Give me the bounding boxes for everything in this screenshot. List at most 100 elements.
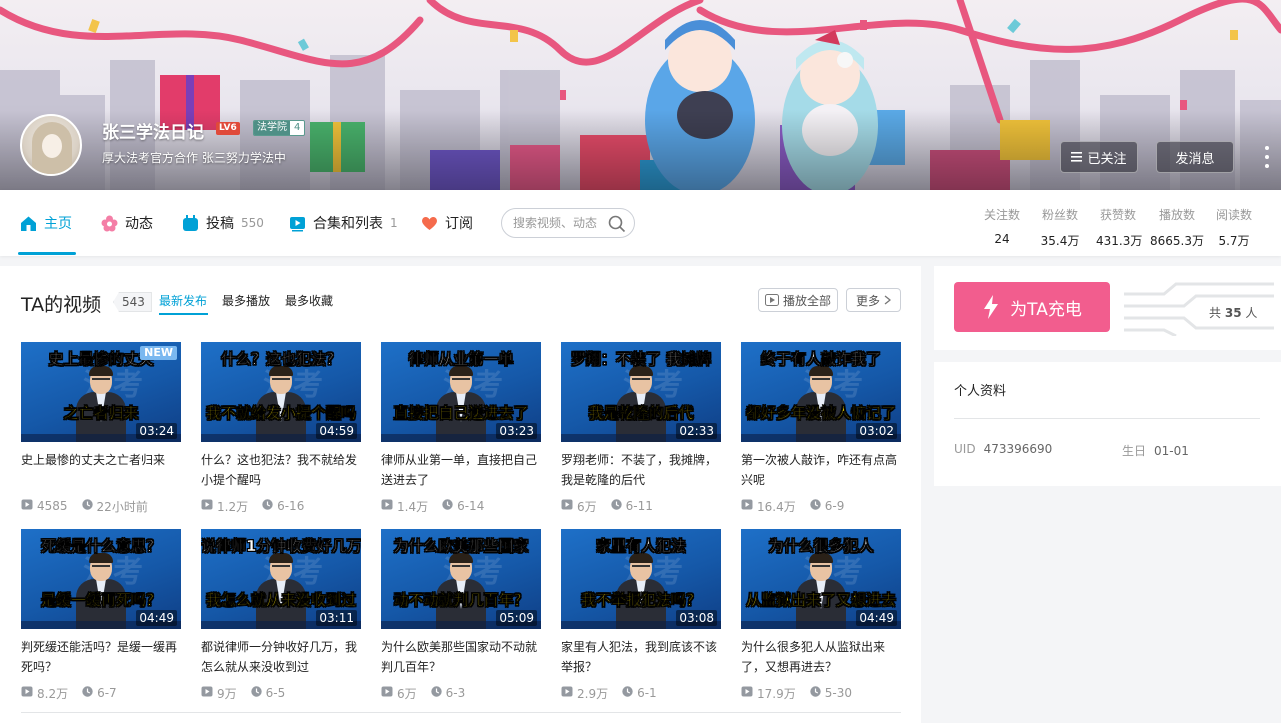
nav-home[interactable]: 主页 [20, 212, 72, 234]
video-thumbnail[interactable]: 法考 为什么很多犯人 从监狱出来了又想进去 04:49 [741, 529, 901, 629]
thumbnail-caption-bottom: 我不举报犯法吗？ [580, 591, 701, 609]
stat-fans[interactable]: 粉丝数 35.4万 [1040, 206, 1080, 249]
video-date: 6-14 [457, 499, 485, 513]
video-title[interactable]: 都说律师一分钟收好几万，我怎么就从来没收到过 [201, 637, 361, 677]
upload-icon [182, 214, 199, 232]
nav-collections-count: 1 [390, 216, 398, 230]
video-card[interactable]: 法考 死缓是什么意思？ 是缓一缓再死吗？ 04:49 判死缓还能活吗？是缓一缓再死吗？ 8… [21, 529, 181, 701]
video-play-count: 6万 [577, 499, 597, 514]
video-meta: 4585 22小时前 [21, 498, 181, 514]
nav-collections[interactable]: 合集和列表 1 [289, 212, 398, 234]
video-title[interactable]: 为什么很多犯人从监狱出来了，又想再进去？ [741, 637, 901, 677]
clock-icon [442, 499, 453, 513]
video-play-count: 4585 [37, 499, 68, 513]
video-play-count: 17.9万 [757, 686, 796, 701]
nav-uploads[interactable]: 投稿 550 [182, 212, 264, 234]
video-title[interactable]: 家里有人犯法，我到底该不该举报？ [561, 637, 721, 677]
tab-most-favorited[interactable]: 最多收藏 [285, 292, 333, 309]
video-card[interactable]: 法考 什么？这也犯法？ 我不就给发小提个醒吗 04:59 什么？这也犯法？我不就给发小提… [201, 342, 361, 514]
video-card[interactable]: 法考 终于有人敲诈我了 都好多年没被人惦记了 03:02 第一次被人敲诈，咋还有点高兴呢… [741, 342, 901, 514]
more-videos-button[interactable]: 更多 [846, 288, 901, 312]
space-search-box[interactable] [501, 208, 635, 238]
video-play-count: 9万 [217, 686, 237, 701]
stat-following[interactable]: 关注数 24 [984, 206, 1020, 246]
video-title[interactable]: 罗翔老师：不装了，我摊牌，我是乾隆的后代 [561, 450, 721, 490]
video-thumbnail[interactable]: 法考 史上最惨的丈夫 之亡者归来 NEW 03:24 [21, 342, 181, 442]
search-icon[interactable] [608, 215, 626, 237]
video-thumbnail[interactable]: 法考 什么？这也犯法？ 我不就给发小提个醒吗 04:59 [201, 342, 361, 442]
video-title[interactable]: 判死缓还能活吗？是缓一缓再死吗？ [21, 637, 181, 677]
video-title[interactable]: 律师从业第一单，直接把自己送进去了 [381, 450, 541, 490]
video-title[interactable]: 什么？这也犯法？我不就给发小提个醒吗 [201, 450, 361, 490]
video-title[interactable]: 第一次被人敲诈，咋还有点高兴呢 [741, 450, 901, 490]
video-card[interactable]: 法考 罗翔：不装了 我摊牌 我是乾隆的后代 02:33 罗翔老师：不装了，我摊牌，我是乾… [561, 342, 721, 514]
more-videos-label: 更多 [855, 293, 880, 308]
send-message-button[interactable]: 发消息 [1156, 141, 1234, 173]
birthday-value: 01-01 [1154, 444, 1189, 458]
video-meta: 1.2万 6-16 [201, 498, 361, 514]
video-thumbnail[interactable]: 法考 终于有人敲诈我了 都好多年没被人惦记了 03:02 [741, 342, 901, 442]
video-duration: 03:11 [316, 610, 357, 626]
video-card[interactable]: 法考 律师从业第一单 直接把自己送进去了 03:23 律师从业第一单，直接把自己送进去了… [381, 342, 541, 514]
video-meta: 6万 6-11 [561, 498, 721, 514]
video-card[interactable]: 法考 家里有人犯法 我不举报犯法吗？ 03:08 家里有人犯法，我到底该不该举报？ 2.9… [561, 529, 721, 701]
clock-icon [81, 499, 93, 513]
video-card[interactable]: 法考 为什么欧美那些国家 动不动就判几百年？ 05:09 为什么欧美那些国家动不动就判几… [381, 529, 541, 701]
tab-active-indicator [159, 313, 208, 315]
profile-info-panel: 个人资料 UID 473396690 生日 01-01 [934, 362, 1281, 486]
thumbnail-caption-bottom: 都好多年没被人惦记了 [745, 404, 896, 422]
video-date: 6-3 [445, 686, 466, 700]
stat-following-label: 关注数 [984, 208, 1021, 222]
birthday-label: 生日 [1122, 444, 1147, 458]
thumbnail-caption-bottom: 我是乾隆的后代 [588, 404, 694, 422]
playlist-icon [289, 215, 306, 232]
video-meta: 17.9万 5-30 [741, 685, 901, 701]
stat-fans-label: 粉丝数 [1041, 208, 1078, 222]
videos-section-title[interactable]: TA的视频 [21, 290, 101, 317]
video-duration: 03:24 [136, 423, 177, 439]
video-thumbnail[interactable]: 法考 说律师1分钟收费好几万 我怎么就从来没收到过 03:11 [201, 529, 361, 629]
video-title[interactable]: 为什么欧美那些国家动不动就判几百年？ [381, 637, 541, 677]
thumbnail-caption-top: 为什么很多犯人 [768, 537, 874, 555]
stat-reads-label: 阅读数 [1215, 208, 1252, 222]
video-card[interactable]: 法考 史上最惨的丈夫 之亡者归来 NEW 03:24 史上最惨的丈夫之亡者归来 4585 22… [21, 342, 181, 514]
video-play-count: 1.2万 [217, 499, 249, 514]
stat-fans-value: 35.4万 [1040, 234, 1080, 248]
charge-button[interactable]: 为TA充电 [954, 282, 1110, 332]
clock-icon [430, 686, 442, 700]
video-date: 6-5 [265, 686, 286, 700]
video-play-count: 6万 [397, 686, 417, 701]
clock-icon [250, 686, 262, 700]
nav-home-label: 主页 [44, 216, 72, 232]
video-play-count: 16.4万 [757, 499, 796, 514]
video-card[interactable]: 法考 说律师1分钟收费好几万 我怎么就从来没收到过 03:11 都说律师一分钟收好几万，… [201, 529, 361, 701]
chevron-right-icon [884, 295, 891, 305]
clock-icon [810, 686, 821, 700]
video-thumbnail[interactable]: 法考 为什么欧美那些国家 动不动就判几百年？ 05:09 [381, 529, 541, 629]
nav-dynamic[interactable]: 动态 [101, 212, 153, 234]
video-card[interactable]: 法考 为什么很多犯人 从监狱出来了又想进去 04:49 为什么很多犯人从监狱出来了，又想… [741, 529, 901, 701]
stat-following-value: 24 [994, 232, 1010, 246]
tab-most-played[interactable]: 最多播放 [222, 292, 270, 309]
nav-dynamic-label: 动态 [125, 216, 153, 232]
video-title[interactable]: 史上最惨的丈夫之亡者归来 [21, 450, 181, 490]
thumbnail-caption-bottom: 从监狱出来了又想进去 [745, 591, 896, 609]
video-play-count: 8.2万 [37, 686, 69, 701]
play-all-button[interactable]: 播放全部 [758, 288, 838, 312]
thumbnail-caption-top: 说律师1分钟收费好几万 [201, 537, 361, 555]
video-thumbnail[interactable]: 法考 罗翔：不装了 我摊牌 我是乾隆的后代 02:33 [561, 342, 721, 442]
space-search-input[interactable] [513, 216, 607, 230]
play-count-icon [21, 499, 33, 513]
tab-latest[interactable]: 最新发布 [159, 292, 207, 309]
video-thumbnail[interactable]: 法考 律师从业第一单 直接把自己送进去了 03:23 [381, 342, 541, 442]
followed-button[interactable]: 已关注 [1060, 141, 1138, 173]
clock-icon [82, 686, 93, 700]
video-thumbnail[interactable]: 法考 家里有人犯法 我不举报犯法吗？ 03:08 [561, 529, 721, 629]
nav-subscriptions[interactable]: 订阅 [421, 212, 473, 234]
video-date: 22小时前 [96, 499, 148, 514]
video-date: 6-1 [637, 686, 657, 700]
video-thumbnail[interactable]: 法考 死缓是什么意思？ 是缓一缓再死吗？ 04:49 [21, 529, 181, 629]
more-options-icon[interactable] [1262, 146, 1272, 168]
user-avatar[interactable] [20, 114, 82, 176]
fan-medal[interactable]: 法学院 4 [253, 120, 306, 136]
